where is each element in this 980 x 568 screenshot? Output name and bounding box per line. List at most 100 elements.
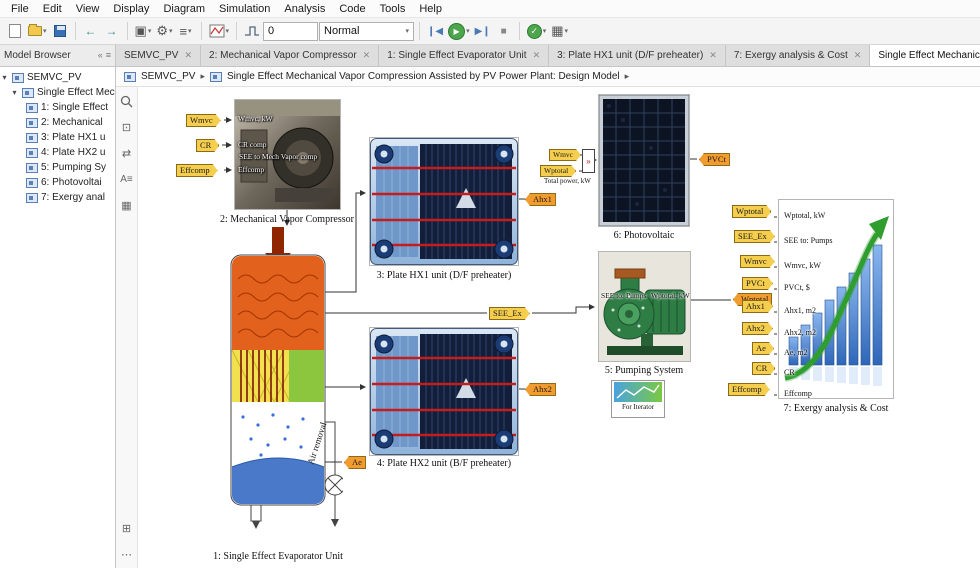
tree-item-root[interactable]: ▾ SEMVC_PV	[0, 70, 115, 85]
save-button[interactable]	[50, 20, 70, 42]
menu-view[interactable]: View	[69, 2, 107, 16]
twisty-icon[interactable]: ▾	[0, 73, 9, 82]
menu-display[interactable]: Display	[106, 2, 156, 16]
goto-tag-pvct[interactable]: PVCt	[699, 153, 730, 166]
forward-button[interactable]: →	[102, 20, 122, 42]
sum-block[interactable]: »	[582, 149, 595, 173]
scope-button[interactable]: ▾	[207, 20, 232, 42]
signal-spec-button[interactable]	[242, 20, 262, 42]
breadcrumb-root[interactable]: SEMVC_PV	[141, 71, 195, 82]
menu-help[interactable]: Help	[412, 2, 449, 16]
stop-button[interactable]: ■	[494, 20, 514, 42]
collapse-icon[interactable]: «	[98, 50, 103, 60]
tree-item-hx2[interactable]: 4: Plate HX2 u	[0, 145, 115, 160]
annotation-icon[interactable]: A≡	[119, 171, 135, 187]
back-button[interactable]: ←	[81, 20, 101, 42]
canvas: SEMVC_PV ▸ Single Effect Mechanical Vapo…	[116, 67, 980, 568]
port-label-cr: CR comp	[238, 140, 267, 149]
close-icon[interactable]: ✕	[533, 50, 541, 61]
breadcrumb-separator-icon: ▸	[200, 71, 205, 81]
tab-label: 1: Single Effect Evaporator Unit	[387, 50, 527, 61]
tree-item-exergy[interactable]: 7: Exergy anal	[0, 190, 115, 205]
tab-semvc-pv[interactable]: SEMVC_PV ✕	[116, 45, 202, 66]
goto-tag-ahx2[interactable]: Ahx2	[525, 383, 556, 396]
from-tag-ahx1-ex[interactable]: Ahx1	[742, 300, 773, 313]
step-back-button[interactable]: ❙◀	[425, 20, 445, 42]
block-plate-hx1[interactable]	[369, 137, 519, 266]
block-for-iterator[interactable]: For Iterator	[611, 380, 665, 418]
tree-item-evaporator[interactable]: 1: Single Effect	[0, 100, 115, 115]
close-icon[interactable]: ✕	[184, 50, 192, 61]
tab-exergy-analysis[interactable]: 7: Exergy analysis & Cost ✕	[725, 45, 871, 66]
tab-label: 7: Exergy analysis & Cost	[733, 50, 848, 61]
tree-item-model[interactable]: ▾ Single Effect Mecha	[0, 85, 115, 100]
block-mechanical-vapor-compressor[interactable]: Wmvc, kW CR comp SEE to Mech Vapor comp …	[234, 99, 341, 210]
bar-chart-image	[779, 200, 893, 398]
tree-item-pumping[interactable]: 5: Pumping Sy	[0, 160, 115, 175]
update-diagram-button[interactable]: ✓ ▾	[525, 20, 549, 42]
toolbar-separator	[74, 22, 76, 40]
stop-time-input[interactable]	[263, 21, 319, 41]
library-browser-button[interactable]: ▣ ▾	[133, 20, 154, 42]
open-model-button[interactable]: ▾	[26, 20, 49, 42]
from-tag-see-ex-ex[interactable]: SEE_Ex	[734, 230, 775, 243]
from-tag-wptotal-pv[interactable]: Wptotal	[540, 165, 576, 177]
from-tag-wmvc-pv[interactable]: Wmvc	[549, 149, 581, 161]
toolbar-separator	[126, 22, 128, 40]
sample-time-icon[interactable]: ▦	[119, 197, 135, 213]
fit-view-icon[interactable]: ⊡	[119, 119, 135, 135]
tree-item-compressor[interactable]: 2: Mechanical	[0, 115, 115, 130]
close-icon[interactable]: ✕	[709, 50, 717, 61]
sim-mode-select[interactable]: Normal ▾	[319, 21, 415, 41]
run-button[interactable]: ▶ ▾	[446, 20, 472, 42]
tab-mechanical-vapor-compressor[interactable]: 2: Mechanical Vapor Compressor ✕	[201, 45, 380, 66]
from-tag-wmvc-ex[interactable]: Wmvc	[740, 255, 775, 268]
model-hierarchy-button[interactable]: ≡ ▾	[176, 20, 196, 42]
close-icon[interactable]: ✕	[854, 50, 862, 61]
zoom-icon[interactable]	[119, 93, 135, 109]
tab-plate-hx1[interactable]: 3: Plate HX1 unit (D/F preheater) ✕	[549, 45, 726, 66]
pan-arrows-icon[interactable]: ⇄	[119, 145, 135, 161]
block-pumping-system[interactable]	[598, 251, 691, 362]
more-tools-icon[interactable]: ⋯	[119, 546, 135, 562]
from-tag-pvct-ex[interactable]: PVCt	[742, 277, 773, 290]
from-tag-see-ex[interactable]: SEE_Ex	[489, 307, 530, 320]
zoom-controls-icon[interactable]: ⊞	[119, 520, 135, 536]
block-single-effect-evaporator[interactable]: Air removal	[213, 227, 346, 547]
chevron-down-icon: ▾	[147, 28, 152, 35]
close-icon[interactable]: ✕	[363, 50, 371, 61]
menu-file[interactable]: File	[4, 2, 36, 16]
from-tag-effcomp[interactable]: Effcomp	[176, 164, 218, 177]
block-plate-hx2[interactable]	[369, 327, 519, 456]
block-exergy-analysis[interactable]	[778, 199, 894, 399]
from-tag-wptotal-ex[interactable]: Wptotal	[732, 205, 771, 218]
step-forward-button[interactable]: ▶❙	[473, 20, 493, 42]
menu-code[interactable]: Code	[332, 2, 372, 16]
run-icon: ▶	[448, 22, 466, 40]
tree-item-hx1[interactable]: 3: Plate HX1 u	[0, 130, 115, 145]
tree-item-photovoltaic[interactable]: 6: Photovoltai	[0, 175, 115, 190]
new-model-button[interactable]	[5, 20, 25, 42]
tab-bar: Model Browser «≡ SEMVC_PV ✕ 2: Mechanical…	[0, 45, 980, 67]
tab-design-model[interactable]: Single Effect Mechanical Vapor Compressi…	[870, 45, 980, 66]
menu-tools[interactable]: Tools	[373, 2, 413, 16]
from-tag-wmvc[interactable]: Wmvc	[186, 114, 221, 127]
model-settings-button[interactable]: ⚙ ▾	[154, 20, 174, 42]
block-photovoltaic[interactable]	[598, 94, 690, 227]
goto-tag-ahx1[interactable]: Ahx1	[525, 193, 556, 206]
menu-edit[interactable]: Edit	[36, 2, 69, 16]
menu-diagram[interactable]: Diagram	[156, 2, 212, 16]
model-canvas[interactable]: Wmvc, kW CR comp SEE to Mech Vapor comp …	[138, 87, 980, 568]
from-tag-ahx2-ex[interactable]: Ahx2	[742, 322, 773, 335]
tab-single-effect-evaporator[interactable]: 1: Single Effect Evaporator Unit ✕	[379, 45, 550, 66]
from-tag-cr[interactable]: CR	[196, 139, 219, 152]
breadcrumb-current[interactable]: Single Effect Mechanical Vapor Compressi…	[227, 71, 620, 82]
from-tag-cr-ex[interactable]: CR	[752, 362, 775, 375]
build-button[interactable]: ▦ ▾	[549, 20, 570, 42]
twisty-icon[interactable]: ▾	[10, 88, 19, 97]
menu-simulation[interactable]: Simulation	[212, 2, 277, 16]
main-area: ▾ SEMVC_PV ▾ Single Effect Mecha 1: Single…	[0, 67, 980, 568]
menu-icon[interactable]: ≡	[106, 50, 111, 60]
from-tag-effcomp-ex[interactable]: Effcomp	[728, 383, 770, 396]
menu-analysis[interactable]: Analysis	[277, 2, 332, 16]
